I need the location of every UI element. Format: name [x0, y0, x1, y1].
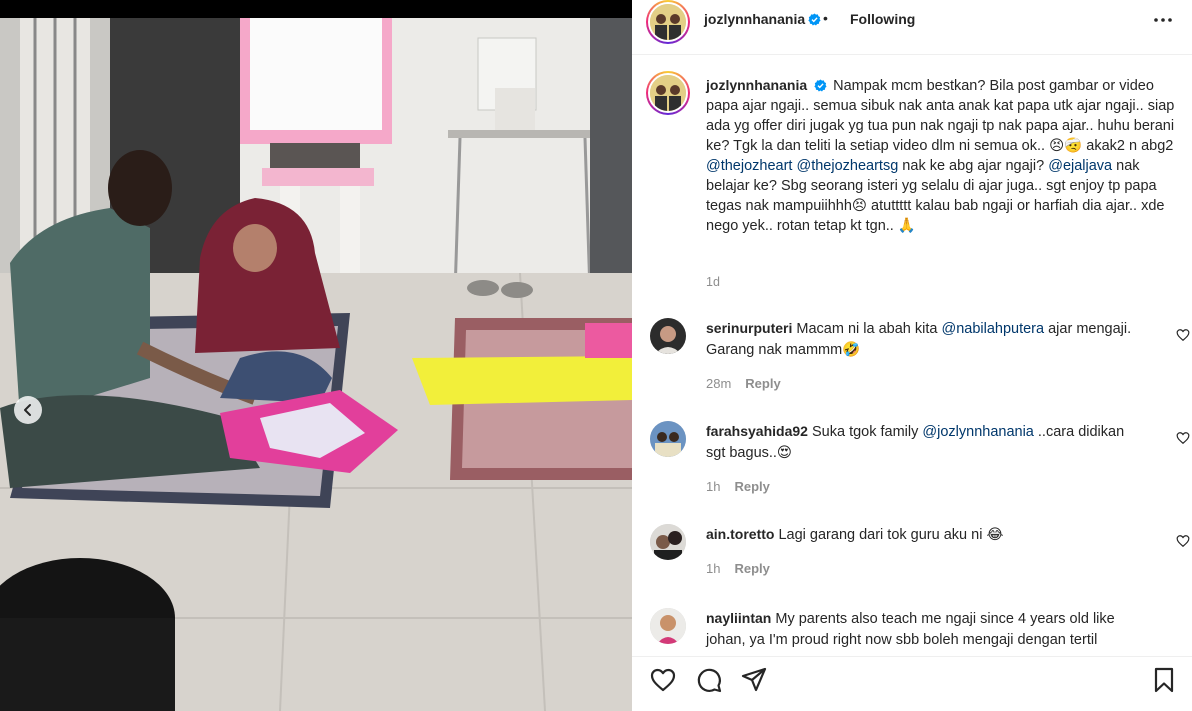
mention-link[interactable]: @thejozheartsg [797, 158, 899, 174]
caption-body-mid: nak ke abg ajar ngaji? [898, 158, 1049, 174]
post-video-frame [0, 18, 632, 711]
comment-time[interactable]: 28m [706, 376, 731, 391]
heart-icon[interactable] [649, 666, 677, 694]
separator-dot: • [823, 10, 828, 26]
comment-icon[interactable] [695, 666, 723, 694]
media-top-bar [0, 0, 632, 18]
commenter-username[interactable]: serinurputeri [706, 320, 792, 336]
mention-link[interactable]: @jozlynnhanania [922, 424, 1033, 440]
comment-meta: 1h Reply [706, 561, 770, 576]
comment-time[interactable]: 1h [706, 479, 720, 494]
commenter-username[interactable]: ain.toretto [706, 526, 774, 542]
commenter-avatar[interactable] [650, 608, 686, 644]
previous-media-button[interactable] [14, 396, 42, 424]
mention-link[interactable]: @nabilahputera [941, 321, 1044, 337]
comments-scroll-area[interactable]: jozlynnhanania Nampak mcm bestkan? Bila p… [632, 56, 1192, 656]
reply-button[interactable]: Reply [734, 561, 769, 576]
commenter-avatar[interactable] [650, 524, 686, 560]
chevron-left-icon [24, 404, 31, 416]
caption-avatar-image [650, 75, 686, 111]
post-timestamp[interactable]: 1d [706, 275, 720, 289]
post-header: jozlynnhanania • Following [632, 0, 1192, 55]
caption-text: jozlynnhanania Nampak mcm bestkan? Bila p… [706, 75, 1176, 236]
commenter-username[interactable]: farahsyahida92 [706, 423, 808, 439]
post-media[interactable] [0, 0, 632, 711]
more-options-icon[interactable] [1151, 10, 1175, 30]
author-avatar-image [650, 4, 686, 40]
comment-meta: 28m Reply [706, 376, 781, 391]
comment-body: Macam ni la abah kita [796, 321, 942, 337]
caption-username[interactable]: jozlynnhanania [706, 77, 807, 93]
commenter-avatar[interactable] [650, 318, 686, 354]
verified-badge-icon [814, 79, 827, 92]
comment-text: nayliintan My parents also teach me ngaj… [706, 608, 1146, 651]
bookmark-icon[interactable] [1150, 666, 1178, 694]
mention-link[interactable]: @ejaljava [1048, 158, 1112, 174]
verified-badge-icon [808, 13, 821, 26]
author-username[interactable]: jozlynnhanania [704, 11, 805, 27]
commenter-username[interactable]: nayliintan [706, 610, 771, 626]
author-avatar[interactable] [646, 0, 690, 44]
comment-time[interactable]: 1h [706, 561, 720, 576]
comment-body: Lagi garang dari tok guru aku ni 😂 [778, 527, 1004, 543]
mention-link[interactable]: @thejozheart [706, 158, 792, 174]
reply-button[interactable]: Reply [745, 376, 780, 391]
heart-icon[interactable] [1176, 431, 1190, 445]
heart-icon[interactable] [1176, 534, 1190, 548]
comment-meta: 1h Reply [706, 479, 770, 494]
post-detail-panel: jozlynnhanania • Following jozlynnhanani… [632, 0, 1192, 711]
heart-icon[interactable] [1176, 328, 1190, 342]
following-button[interactable]: Following [850, 11, 915, 27]
comment-text: serinurputeri Macam ni la abah kita @nab… [706, 318, 1146, 361]
caption-author-avatar[interactable] [646, 71, 690, 115]
commenter-avatar[interactable] [650, 421, 686, 457]
reply-button[interactable]: Reply [734, 479, 769, 494]
comment-text: farahsyahida92 Suka tgok family @jozlynn… [706, 421, 1146, 464]
post-action-bar [632, 656, 1192, 711]
comment-body: Suka tgok family [811, 424, 923, 440]
comment-text: ain.toretto Lagi garang dari tok guru ak… [706, 524, 1146, 546]
share-icon[interactable] [740, 666, 768, 694]
